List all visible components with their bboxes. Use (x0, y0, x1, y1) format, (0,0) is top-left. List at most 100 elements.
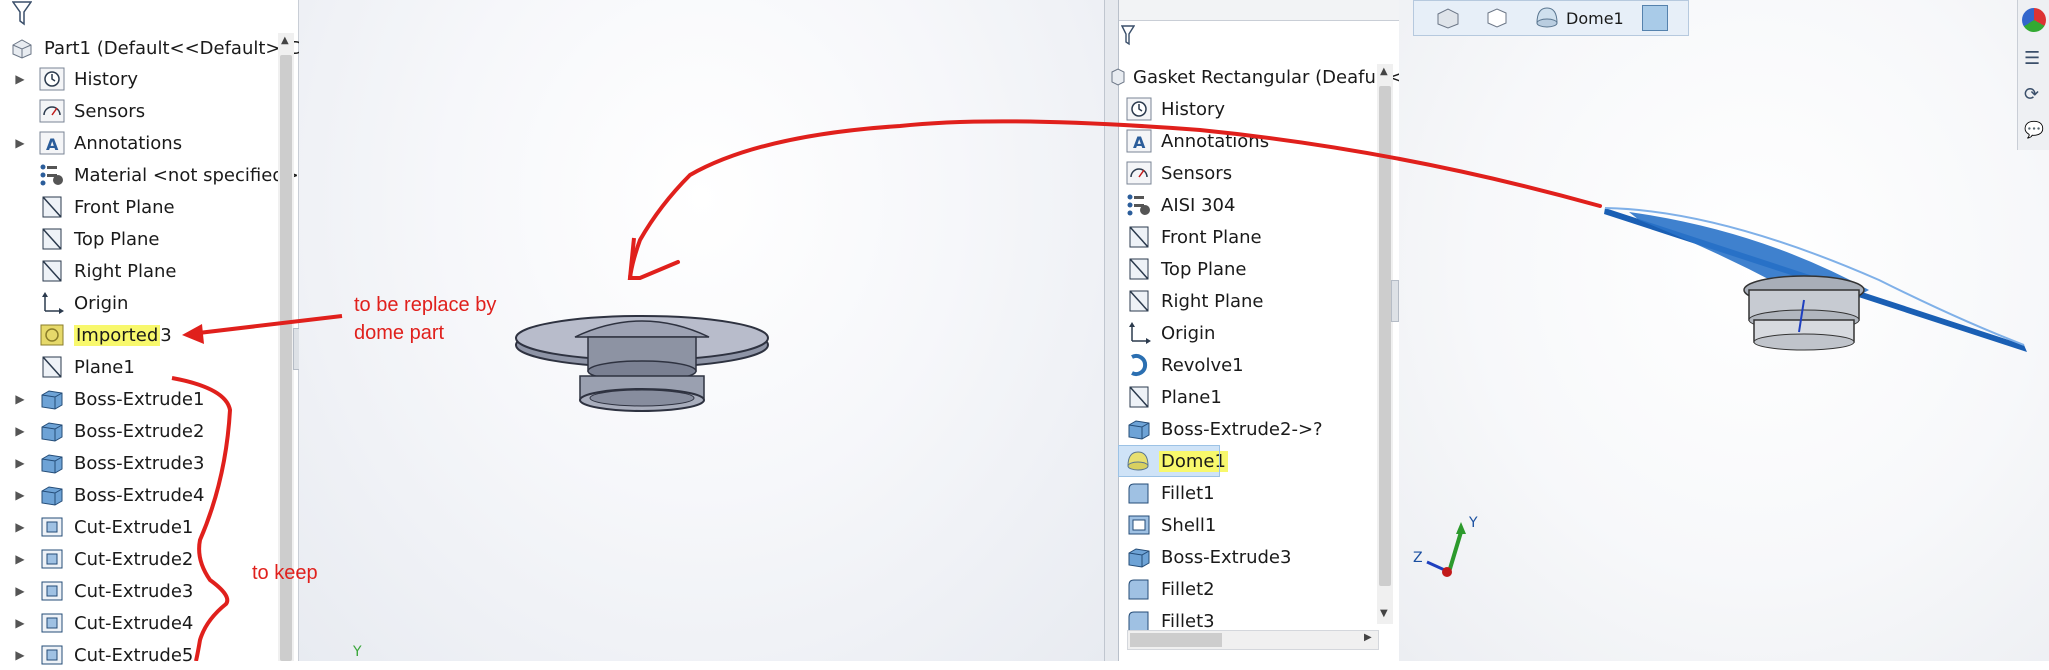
right-tree-scrollbar[interactable]: ▲ ▼ (1377, 64, 1393, 624)
extrude-icon (1125, 544, 1153, 570)
material-icon (1125, 192, 1153, 218)
expand-arrow-icon[interactable]: ▶ (12, 584, 28, 598)
scroll-right-arrow[interactable]: ▶ (1364, 632, 1372, 643)
left_tree-item[interactable]: ▶ Boss-Extrude3 (0, 448, 204, 478)
part-icon (8, 35, 36, 61)
h-scroll-thumb[interactable] (1130, 633, 1222, 647)
svg-text:A: A (46, 135, 59, 154)
left_tree-item[interactable]: ▶ Cut-Extrude4 (0, 608, 193, 638)
left_tree-item[interactable]: Top Plane (0, 224, 159, 254)
dome-icon (1125, 448, 1151, 474)
right_tree-item[interactable]: Plane1 (1119, 382, 1222, 412)
tree-root-gasket[interactable]: Gasket Rectangular (Deafult< (1111, 62, 1404, 92)
left_tree-item-label: Boss-Extrude4 (74, 484, 205, 506)
left_tree-item-label: Front Plane (74, 196, 175, 218)
tree-root-label: Gasket Rectangular (Deafult< (1133, 66, 1404, 88)
filter-icon[interactable] (11, 0, 33, 26)
left_tree-item-label: Sensors (74, 100, 146, 122)
left_tree-item[interactable]: Front Plane (0, 192, 175, 222)
left_tree-item[interactable]: Plane1 (0, 352, 135, 382)
right_tree-item[interactable]: A Annotations (1119, 126, 1269, 156)
left_tree-item-label: Annotations (74, 132, 183, 154)
right_tree-item[interactable]: History (1119, 94, 1225, 124)
left_tree-item[interactable]: ▶ History (0, 64, 138, 94)
expand-arrow-icon[interactable]: ▶ (12, 392, 28, 406)
expand-arrow-icon[interactable]: ▶ (12, 520, 28, 534)
right_tree-item[interactable]: Top Plane (1119, 254, 1246, 284)
right_tree-item[interactable]: Origin (1119, 318, 1215, 348)
left_tree-item[interactable]: Sensors (0, 96, 145, 126)
panel-splitter-handle[interactable] (1391, 280, 1399, 322)
expand-arrow-icon[interactable]: ▶ (12, 488, 28, 502)
plane-icon (38, 354, 66, 380)
right_tree-item[interactable]: Dome1 (1118, 445, 1228, 477)
right_tree-item[interactable]: AISI 304 (1119, 190, 1235, 220)
plane-icon (1125, 384, 1153, 410)
right_tree-item-label: Right Plane (1161, 290, 1264, 312)
expand-arrow-icon[interactable]: ▶ (12, 136, 28, 150)
expand-arrow-icon[interactable]: ▶ (12, 552, 28, 566)
expand-arrow-icon[interactable]: ▶ (12, 72, 28, 86)
scroll-up-arrow[interactable]: ▲ (1380, 66, 1388, 77)
expand-arrow-icon[interactable]: ▶ (12, 648, 28, 662)
right_tree-item-label: Fillet3 (1161, 610, 1215, 632)
expand-arrow-icon[interactable]: ▶ (12, 456, 28, 470)
right_tree-item-label: Revolve1 (1161, 354, 1244, 376)
left_tree-item-label-suffix: 3 (160, 324, 172, 346)
left_tree-item[interactable]: Origin (0, 288, 128, 318)
expand-arrow-icon[interactable]: ▶ (12, 616, 28, 630)
right_tree-item[interactable]: Front Plane (1119, 222, 1262, 252)
left_tree-item[interactable]: ▶ A Annotations (0, 128, 182, 158)
scroll-up-arrow[interactable]: ▲ (281, 35, 289, 46)
right_tree-item-label: Boss-Extrude2->? (1161, 418, 1323, 440)
history-icon (38, 66, 66, 92)
history-icon (1125, 96, 1153, 122)
left_tree-item[interactable]: ▶ Boss-Extrude4 (0, 480, 204, 510)
annotation-replace-line1: to be replace by (354, 294, 497, 316)
left_tree-item-label: Cut-Extrude3 (74, 580, 194, 602)
cut-extrude-icon (38, 578, 66, 604)
right_tree-item[interactable]: Sensors (1119, 158, 1232, 188)
tree-root-part1[interactable]: Part1 (Default<<Default>_Di (0, 33, 308, 63)
expand-arrow-icon[interactable]: ▶ (12, 424, 28, 438)
extrude-icon (38, 450, 66, 476)
svg-text:A: A (1133, 133, 1146, 152)
right_tree-item[interactable]: Fillet2 (1119, 574, 1215, 604)
left_tree-item[interactable]: ▶ Cut-Extrude2 (0, 544, 193, 574)
left_tree-item-label: Cut-Extrude1 (74, 516, 194, 538)
right_tree-item[interactable]: Boss-Extrude3 (1119, 542, 1291, 572)
plane-icon (38, 226, 66, 252)
right_tree-item[interactable]: Revolve1 (1119, 350, 1244, 380)
filter-icon[interactable] (1120, 24, 1136, 46)
extrude-icon (38, 482, 66, 508)
annotation-keep: to keep (252, 562, 318, 584)
right_tree-item[interactable]: Fillet1 (1119, 478, 1215, 508)
left_tree-item[interactable]: ▶ Boss-Extrude2 (0, 416, 204, 446)
left_tree-item[interactable]: Material <not specified> (0, 160, 299, 190)
right-feature-tree: Gasket Rectangular (Deafult< History A Ann… (1111, 0, 1404, 661)
tree-toolbar (1119, 0, 1399, 21)
left_tree-item-label: Material <not specified> (74, 164, 299, 186)
left_tree-item[interactable]: ▶ Cut-Extrude5 (0, 640, 193, 670)
plane-icon (1125, 288, 1153, 314)
right_tree-item[interactable]: Shell1 (1119, 510, 1216, 540)
left_tree-item[interactable]: Imported 3 (0, 320, 172, 350)
left_tree-item[interactable]: Right Plane (0, 256, 177, 286)
right_tree-item-label: Top Plane (1161, 258, 1247, 280)
triad-z-label: Z (1413, 550, 1423, 566)
plane-icon (1125, 224, 1153, 250)
revolve-icon (1125, 352, 1153, 378)
left_tree-item[interactable]: ▶ Cut-Extrude3 (0, 576, 193, 606)
window-divider (1104, 0, 1119, 661)
scroll-down-arrow[interactable]: ▼ (1380, 608, 1388, 619)
right_tree-item[interactable]: Right Plane (1119, 286, 1264, 316)
right-graphics-viewport[interactable]: Dome1 ☰ ⟳ 💬 Y Z (1399, 0, 2049, 661)
horizontal-scrollbar[interactable]: ▶ (1127, 630, 1379, 650)
right_tree-item-label: Fillet2 (1161, 578, 1215, 600)
left_tree-item[interactable]: ▶ Cut-Extrude1 (0, 512, 193, 542)
left_tree-item[interactable]: ▶ Boss-Extrude1 (0, 384, 204, 414)
right_tree-item[interactable]: Boss-Extrude2->? (1119, 414, 1323, 444)
scroll-thumb[interactable] (1379, 86, 1391, 586)
origin-icon (38, 290, 66, 316)
right_tree-item-label: History (1161, 98, 1226, 120)
